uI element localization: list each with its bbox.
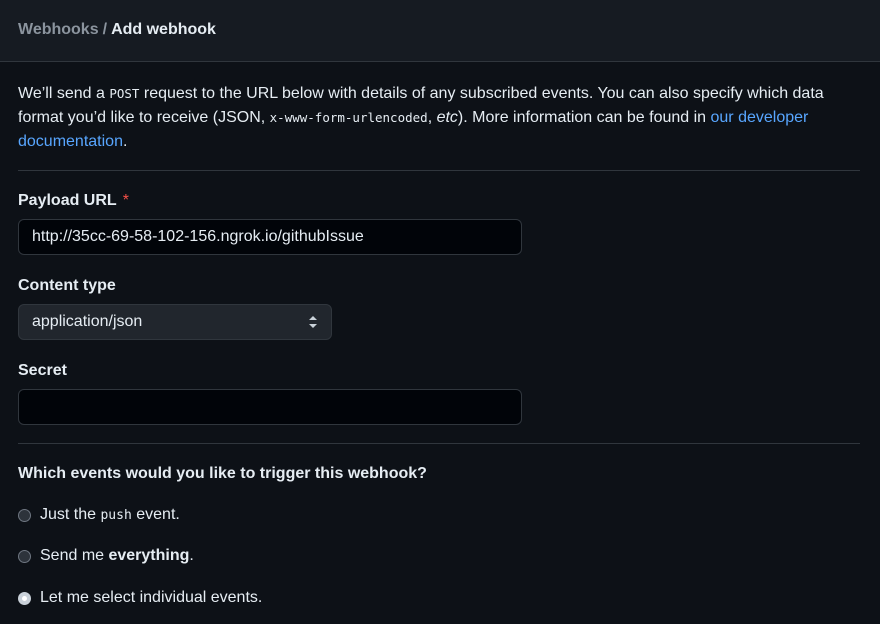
radio-everything[interactable]: Send me everything. bbox=[18, 546, 194, 566]
intro-part: ). More information can be found in bbox=[457, 109, 711, 126]
radio-label-part: . bbox=[189, 547, 194, 564]
page-header: Webhooks / Add webhook bbox=[0, 0, 880, 62]
everything-bold: everything bbox=[108, 547, 190, 564]
format-code: x-www-form-urlencoded bbox=[269, 110, 428, 125]
breadcrumb-separator: / bbox=[102, 21, 108, 38]
radio-push-event[interactable]: Just the push event. bbox=[18, 505, 180, 525]
radio-label: Let me select individual events. bbox=[40, 589, 263, 606]
section-divider bbox=[18, 170, 860, 171]
push-code: push bbox=[100, 508, 132, 523]
content-type-select[interactable]: application/json bbox=[18, 304, 332, 340]
required-asterisk: * bbox=[122, 192, 129, 209]
radio-individual-events[interactable]: Let me select individual events. bbox=[18, 588, 262, 608]
secret-input[interactable] bbox=[18, 389, 522, 425]
breadcrumb: Webhooks / Add webhook bbox=[18, 21, 216, 39]
events-question: Which events would you like to trigger t… bbox=[18, 465, 427, 482]
content-type-label: Content type bbox=[18, 277, 116, 294]
etc-text: etc bbox=[436, 109, 458, 126]
intro-part: . bbox=[122, 133, 128, 150]
payload-url-label-text: Payload URL bbox=[18, 192, 117, 209]
chevron-up-down-icon bbox=[309, 316, 317, 328]
payload-url-label: Payload URL * bbox=[18, 192, 129, 210]
intro-text: We’ll send a POST request to the URL bel… bbox=[18, 82, 868, 154]
content-type-value: application/json bbox=[32, 313, 143, 330]
radio-label-part: Send me bbox=[40, 547, 109, 564]
intro-part: We’ll send a bbox=[18, 85, 110, 102]
radio-label: Send me everything. bbox=[40, 547, 194, 565]
radio-button[interactable] bbox=[18, 549, 31, 563]
breadcrumb-webhooks-link[interactable]: Webhooks bbox=[18, 21, 99, 38]
payload-url-input[interactable] bbox=[18, 219, 522, 255]
radio-button[interactable] bbox=[18, 508, 31, 522]
intro-part: , bbox=[427, 109, 437, 126]
post-code: POST bbox=[109, 86, 140, 101]
secret-label: Secret bbox=[18, 362, 67, 379]
radio-label: Just the push event. bbox=[40, 506, 180, 524]
radio-label-part: Just the bbox=[40, 506, 101, 523]
radio-label-part: event. bbox=[131, 506, 180, 523]
section-divider bbox=[18, 443, 860, 444]
radio-button-checked[interactable] bbox=[18, 591, 31, 605]
page-title: Add webhook bbox=[111, 21, 216, 38]
